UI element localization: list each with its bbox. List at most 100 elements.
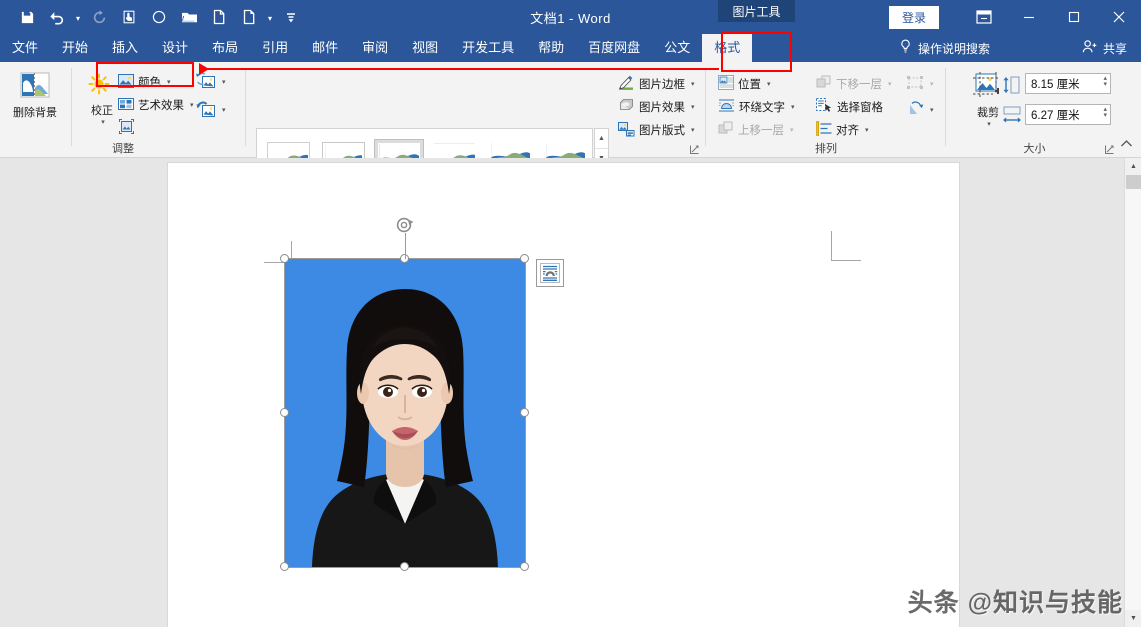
align-button[interactable]: 对齐 ▾ [816,120,869,140]
selection-pane-button[interactable]: 选择窗格 [816,97,883,117]
layout-options-button[interactable] [536,259,564,287]
ribbon-group-size: 裁剪 ▾ 8.15 厘米 ▴▾ 6.27 厘米 ▴▾ 大小 [946,62,1123,158]
document-area[interactable]: 头条 @知识与技能 [0,158,1141,627]
reset-picture-button[interactable]: ▾ [196,100,226,120]
wrap-text-caret[interactable]: ▾ [791,103,795,111]
resize-handle-se[interactable] [520,562,529,571]
close-icon[interactable] [1096,0,1141,34]
tab-mailings[interactable]: 邮件 [300,34,350,62]
crop-caret[interactable]: ▾ [987,120,991,128]
tab-format[interactable]: 格式 [702,34,752,62]
color-caret[interactable]: ▾ [167,78,171,86]
resize-handle-s[interactable] [400,562,409,571]
tab-official-document[interactable]: 公文 [652,34,702,62]
picture-effects-caret[interactable]: ▾ [691,103,695,111]
position-button[interactable]: 位置 ▾ [718,74,771,94]
artistic-effects-button[interactable]: 艺术效果 ▾ [118,95,194,115]
group-label-size: 大小 [946,140,1123,156]
ribbon-display-options-icon[interactable] [961,0,1006,34]
group-objects-button: ▾ [906,74,934,94]
group-label-adjust: 调整 [0,140,246,156]
new-doc-dropdown-caret[interactable]: ▾ [264,4,276,30]
save-icon[interactable] [12,4,42,30]
scrollbar-track[interactable] [1125,189,1141,610]
document-page[interactable] [167,162,960,627]
corrections-caret[interactable]: ▾ [101,118,105,126]
remove-background-button[interactable]: 删除背景 [7,70,63,119]
picture-tools-contextual-label: 图片工具 [718,0,795,22]
picture-layout-label: 图片版式 [639,122,685,138]
position-caret[interactable]: ▾ [767,80,771,88]
resize-handle-w[interactable] [280,408,289,417]
undo-icon[interactable] [42,4,72,30]
tab-help[interactable]: 帮助 [526,34,576,62]
color-icon [118,73,134,92]
resize-handle-ne[interactable] [520,254,529,263]
change-picture-button[interactable]: ▾ [196,72,226,92]
undo-dropdown-caret[interactable]: ▾ [72,4,84,30]
tab-view[interactable]: 视图 [400,34,450,62]
maximize-icon[interactable] [1051,0,1096,34]
picture-effects-label: 图片效果 [639,99,685,115]
picture-border-caret[interactable]: ▾ [691,80,695,88]
ellipse-icon[interactable] [144,4,174,30]
shape-height-value: 8.15 厘米 [1031,76,1080,92]
touch-mode-icon[interactable] [114,4,144,30]
new-blank-doc-icon[interactable] [234,4,264,30]
shape-width-field[interactable]: 6.27 厘米 ▴▾ [1025,104,1111,125]
tab-home[interactable]: 开始 [50,34,100,62]
new-doc-icon[interactable] [204,4,234,30]
align-label: 对齐 [836,122,859,138]
open-icon[interactable] [174,4,204,30]
tab-layout[interactable]: 布局 [200,34,250,62]
size-dialog-launcher[interactable] [1104,144,1115,155]
compress-pictures-button[interactable] [118,118,135,138]
scroll-up-icon[interactable]: ▲ [1125,158,1141,175]
picture-border-label: 图片边框 [639,76,685,92]
scroll-down-icon[interactable]: ▼ [1125,610,1141,627]
resize-handle-e[interactable] [520,408,529,417]
tab-bar-right: 操作说明搜索 共享 [899,34,1141,62]
customize-qat-icon[interactable] [276,4,306,30]
picture-styles-dialog-launcher[interactable] [689,144,700,155]
tab-baidu-netdisk[interactable]: 百度网盘 [576,34,652,62]
reset-picture-caret[interactable]: ▾ [222,106,226,114]
selected-picture[interactable] [285,259,525,567]
change-picture-caret[interactable]: ▾ [222,78,226,86]
tab-design[interactable]: 设计 [150,34,200,62]
picture-layout-caret[interactable]: ▾ [691,126,695,134]
collapse-ribbon-icon[interactable] [1120,136,1133,154]
sign-in-button[interactable]: 登录 [889,6,939,29]
shape-height-spinner[interactable]: ▴▾ [1103,76,1107,88]
rotate-handle-icon[interactable] [395,215,415,235]
artistic-effects-caret[interactable]: ▾ [190,101,194,109]
tab-insert[interactable]: 插入 [100,34,150,62]
picture-effects-button[interactable]: 图片效果 ▾ [618,97,695,117]
color-button[interactable]: 颜色 ▾ [118,72,171,92]
rotate-objects-button[interactable]: ▾ [906,100,934,120]
scrollbar-thumb[interactable] [1126,175,1141,189]
vertical-scrollbar[interactable]: ▲ ▼ [1124,158,1141,627]
align-caret[interactable]: ▾ [865,126,869,134]
resize-handle-sw[interactable] [280,562,289,571]
shape-height-field[interactable]: 8.15 厘米 ▴▾ [1025,73,1111,94]
shape-width-spinner[interactable]: ▴▾ [1103,107,1107,119]
bring-forward-label: 上移一层 [738,122,784,138]
compress-pictures-icon [118,118,135,138]
gallery-scroll-up-icon[interactable]: ▲ [595,129,608,149]
minimize-icon[interactable] [1006,0,1051,34]
word-window: ▾ ▾ 文档1 - Word 图 [0,0,1141,627]
tab-references[interactable]: 引用 [250,34,300,62]
share-button[interactable]: 共享 [1082,39,1141,57]
id-photo[interactable] [285,259,525,567]
wrap-text-button[interactable]: 环绕文字 ▾ [718,97,795,117]
picture-border-button[interactable]: 图片边框 ▾ [618,74,695,94]
rotate-objects-caret[interactable]: ▾ [930,106,934,114]
picture-layout-button[interactable]: 图片版式 ▾ [618,120,695,140]
tab-developer[interactable]: 开发工具 [450,34,526,62]
tab-review[interactable]: 审阅 [350,34,400,62]
resize-handle-nw[interactable] [280,254,289,263]
tell-me-search[interactable]: 操作说明搜索 [899,39,990,57]
tab-file[interactable]: 文件 [0,34,50,62]
rotate-objects-icon [906,101,924,119]
